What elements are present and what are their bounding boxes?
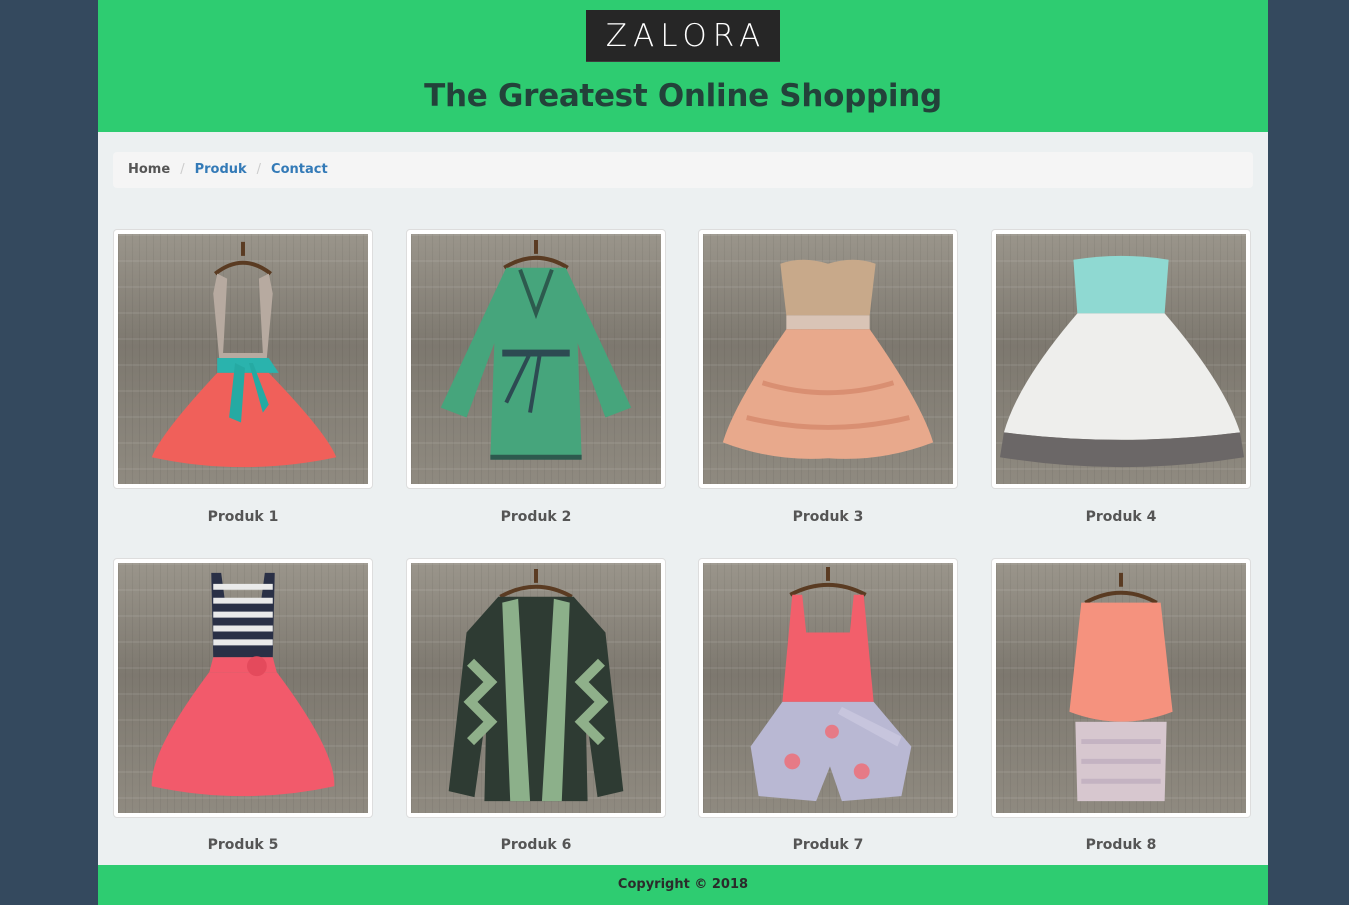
product-card-4[interactable] (991, 229, 1251, 489)
dress-illustration (440, 239, 632, 460)
product-card-1[interactable] (113, 229, 373, 489)
product-name[interactable]: Produk 6 (406, 837, 666, 853)
product-card-8[interactable] (991, 558, 1251, 818)
copyright-text: Copyright © 2018 (617, 877, 749, 892)
site-footer: Copyright © 2018 (98, 865, 1268, 905)
breadcrumb-home[interactable]: Home (128, 162, 170, 177)
product-image[interactable] (703, 563, 953, 813)
product-name[interactable]: Produk 5 (113, 837, 373, 853)
product-card-6[interactable] (406, 558, 666, 818)
breadcrumb-produk-link[interactable]: Produk (195, 162, 247, 177)
dress-illustration (1069, 572, 1173, 802)
page-container: ZALORA The Greatest Online Shopping Home… (98, 0, 1268, 905)
product-name[interactable]: Produk 1 (113, 509, 373, 525)
cardigan-illustration (448, 568, 624, 802)
product-card-3[interactable] (698, 229, 958, 489)
product-card-7[interactable] (698, 558, 958, 818)
dress-illustration (999, 255, 1245, 468)
product-card-2[interactable] (406, 229, 666, 489)
product-name[interactable]: Produk 2 (406, 509, 666, 525)
product-name[interactable]: Produk 3 (698, 509, 958, 525)
romper-illustration (750, 566, 912, 802)
site-header: ZALORA The Greatest Online Shopping (98, 0, 1268, 132)
product-image[interactable] (411, 234, 661, 484)
site-tagline: The Greatest Online Shopping (424, 78, 942, 114)
breadcrumb-separator: / (256, 162, 262, 177)
breadcrumb: Home / Produk / Contact (113, 152, 1253, 188)
dress-illustration (151, 572, 335, 797)
product-name[interactable]: Produk 8 (991, 837, 1251, 853)
product-image[interactable] (703, 234, 953, 484)
product-image[interactable] (411, 563, 661, 813)
product-image[interactable] (118, 234, 368, 484)
product-image[interactable] (118, 563, 368, 813)
dress-illustration (722, 259, 934, 459)
breadcrumb-separator: / (180, 162, 185, 177)
breadcrumb-contact-link[interactable]: Contact (271, 162, 328, 177)
product-image[interactable] (996, 234, 1246, 484)
product-image[interactable] (996, 563, 1246, 813)
zalora-logo[interactable]: ZALORA (586, 10, 780, 62)
dress-illustration (151, 241, 337, 468)
product-card-5[interactable] (113, 558, 373, 818)
product-name[interactable]: Produk 4 (991, 509, 1251, 525)
product-name[interactable]: Produk 7 (698, 837, 958, 853)
